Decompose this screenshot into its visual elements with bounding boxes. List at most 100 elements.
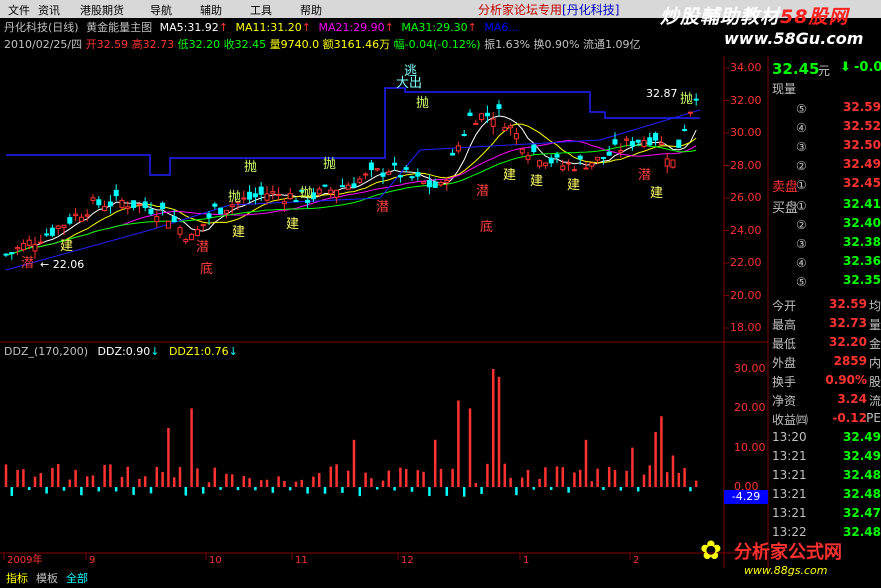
price-tick-label: 26.00 <box>730 191 762 204</box>
candle-body <box>96 199 102 206</box>
candle-body <box>618 150 624 153</box>
time-label: 11 <box>295 555 308 566</box>
candle-body <box>409 176 415 179</box>
volume-row: 现量 <box>772 82 797 96</box>
candle-body <box>455 145 461 152</box>
candle-body <box>519 148 525 154</box>
candle-body <box>502 127 508 131</box>
candle-body <box>258 186 264 195</box>
candle-body <box>334 189 340 198</box>
candle-body <box>322 184 328 187</box>
candle-body <box>676 139 682 148</box>
candle-body <box>467 112 473 116</box>
jian-marker: 建 <box>60 239 74 254</box>
candle-body <box>444 180 450 184</box>
pao-marker: 抛 <box>244 160 258 175</box>
candle-body <box>357 178 363 183</box>
tab-all[interactable]: 全部 <box>66 570 88 586</box>
sub-tick-label: 30.00 <box>734 362 766 375</box>
candle-body <box>223 209 229 214</box>
candle-body <box>148 208 154 215</box>
candle-body <box>653 132 659 141</box>
tab-template[interactable]: 模板 <box>36 570 58 586</box>
jian-marker: 建 <box>503 168 517 183</box>
candle-body <box>316 188 322 195</box>
stat-row: 收益㈣ -0.12 PE <box>772 411 881 427</box>
candle-body <box>548 157 554 164</box>
change-arrow-icon: ⬇ <box>840 60 851 75</box>
candle-body <box>78 216 84 222</box>
candle-body <box>525 155 531 160</box>
jian-marker: 建 <box>286 217 300 232</box>
ma-line-5 <box>5 115 697 256</box>
sell-level-row: ④ 32.52 <box>772 119 881 135</box>
candle-body <box>229 204 235 208</box>
ddz-value: DDZ:0.90 <box>97 345 151 358</box>
candle-body <box>374 168 380 171</box>
buy-level-row: ② 32.40 <box>772 216 881 232</box>
candle-body <box>160 202 166 210</box>
tab-indicator[interactable]: 指标 <box>6 570 28 586</box>
time-label: 10 <box>209 555 222 566</box>
candle-body <box>67 217 73 224</box>
candle-body <box>658 142 664 145</box>
candle-body <box>107 201 113 207</box>
sell-level-row: ③ 32.50 <box>772 138 881 154</box>
candle-body <box>200 223 206 227</box>
ma-line-31 <box>5 144 697 256</box>
candle-body <box>351 183 357 188</box>
candle-body <box>542 162 548 167</box>
sell-level-row: ② 32.49 <box>772 157 881 173</box>
candle-body <box>142 201 148 208</box>
stat-row: 最低 32.20 金 <box>772 335 881 351</box>
candle-body <box>136 203 142 206</box>
candle-body <box>171 216 177 223</box>
current-price-row: 32.45 元 ⬇ -0.0 <box>768 60 881 78</box>
tick-row: 13:20 32.49 <box>772 430 881 444</box>
candle-body <box>432 181 438 188</box>
flower-icon: ✿ <box>700 536 722 566</box>
time-label: 12 <box>401 555 414 566</box>
candle-body <box>397 175 403 178</box>
candle-body <box>252 193 258 198</box>
candle-body <box>113 189 119 197</box>
qian-marker: 潜 <box>196 240 210 255</box>
candle-body <box>44 233 50 236</box>
candle-body <box>595 156 601 161</box>
candle-body <box>537 160 543 167</box>
pao-marker: 抛 <box>416 96 430 111</box>
tick-row: 13:21 32.48 <box>772 487 881 501</box>
sub-tick-label: 10.00 <box>734 440 766 454</box>
candle-body <box>571 169 577 172</box>
candle-body <box>9 252 15 255</box>
candle-body <box>641 139 647 147</box>
candle-body <box>212 203 218 207</box>
candle-body <box>426 180 432 188</box>
buy-level-row: ⑤ 32.35 <box>772 273 881 289</box>
candle-body <box>577 155 583 160</box>
qian-marker: 潜 <box>476 184 490 199</box>
jian-marker: 建 <box>530 174 544 189</box>
candle-body <box>415 172 421 177</box>
candle-body <box>484 112 490 117</box>
candle-body <box>102 206 108 212</box>
qian-marker: 潜 <box>638 168 652 183</box>
price-change: -0.0 <box>854 60 881 75</box>
candle-body <box>20 242 26 251</box>
candle-body <box>154 216 160 223</box>
candle-body <box>682 129 688 132</box>
candle-body <box>26 239 32 246</box>
candle-body <box>583 167 589 170</box>
candle-body <box>368 162 374 171</box>
candle-body <box>293 200 299 203</box>
candle-body <box>496 104 502 109</box>
stat-row: 今开 32.59 均 <box>772 297 881 313</box>
price-tick-label: 24.00 <box>730 223 762 237</box>
candle-body <box>183 238 189 243</box>
sub-indicator-name: DDZ_(170,200) <box>4 345 89 358</box>
ddz1-value: DDZ1:0.76 <box>168 345 229 358</box>
tick-row: 13:21 32.48 <box>772 468 881 482</box>
candle-body <box>589 162 595 167</box>
price-tick-label: 32.00 <box>730 93 762 107</box>
candle-body <box>328 189 334 195</box>
